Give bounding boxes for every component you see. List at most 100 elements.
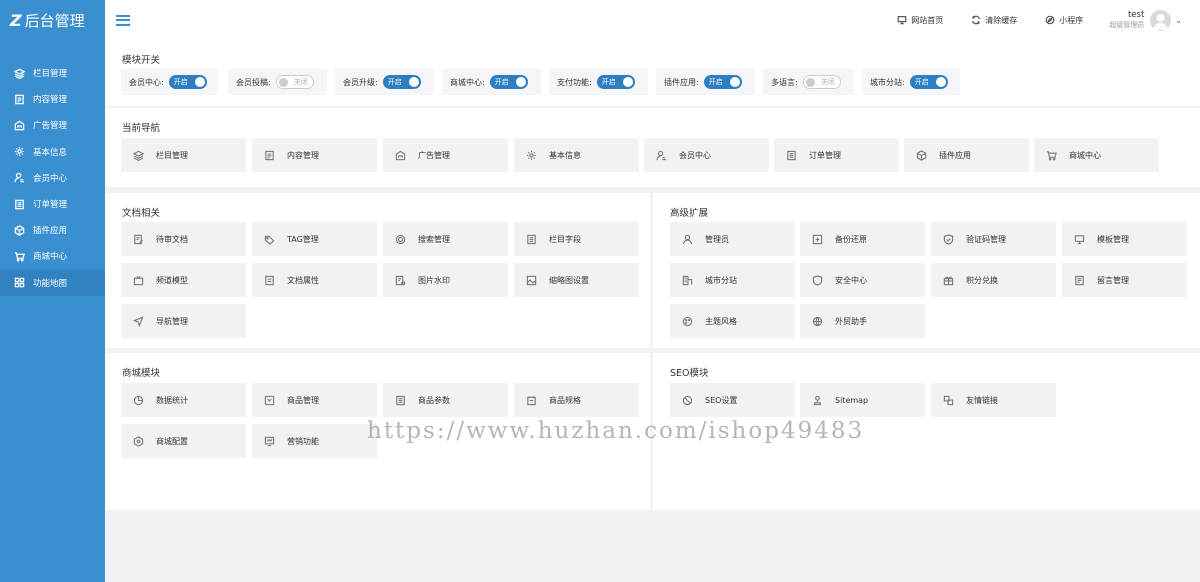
- top-bar: 网站首页 清除缓存 小程序 test 超级管理员 ⌄: [105, 0, 1200, 40]
- sidebar-item-9[interactable]: 功能地图: [0, 269, 105, 296]
- palette-icon: [682, 316, 693, 326]
- panel-title-advanced: 高级扩展: [670, 208, 709, 219]
- card-label: 商城配置: [156, 436, 188, 446]
- link-icon: [943, 395, 954, 405]
- shop-card[interactable]: 商城配置: [121, 424, 246, 458]
- panel-title-current-nav: 当前导航: [122, 123, 161, 134]
- docs-card[interactable]: 栏目字段: [514, 222, 639, 256]
- current-nav-card[interactable]: 商城中心: [1034, 138, 1159, 172]
- module-toggle[interactable]: 关闭: [802, 75, 841, 89]
- current-nav-card[interactable]: 会员中心: [644, 138, 769, 172]
- cube-icon: [916, 149, 927, 161]
- fields-icon: [527, 234, 536, 244]
- card-label: 内容管理: [287, 150, 319, 160]
- layers-icon: [133, 150, 144, 161]
- sidebar-item-7[interactable]: 插件应用: [0, 217, 105, 243]
- current-nav-card[interactable]: 广告管理: [383, 138, 508, 172]
- module-toggle[interactable]: 开启: [382, 75, 421, 89]
- card-label: 商品规格: [549, 395, 581, 405]
- shop-card[interactable]: 数据统计: [121, 383, 246, 417]
- seo-card[interactable]: SEO设置: [670, 383, 795, 417]
- docs-card[interactable]: 搜索管理: [383, 222, 508, 256]
- params-icon: [396, 395, 405, 405]
- docs-card[interactable]: 文档属性: [252, 263, 377, 297]
- ad-icon: [14, 120, 25, 131]
- advanced-card[interactable]: 留言管理: [1062, 263, 1187, 297]
- card-label: 基本信息: [549, 150, 581, 160]
- module-toggle[interactable]: 开启: [703, 75, 742, 89]
- seo-card[interactable]: Sitemap: [800, 383, 925, 417]
- user-name: test: [1127, 10, 1145, 20]
- docs-card[interactable]: 缩略图设置: [514, 263, 639, 297]
- module-toggle[interactable]: 开启: [489, 75, 528, 89]
- shop-card[interactable]: 商品规格: [514, 383, 639, 417]
- advanced-card[interactable]: 城市分站: [670, 263, 795, 297]
- card-label: 商城中心: [1069, 150, 1101, 160]
- logo[interactable]: Z 后台管理: [0, 0, 105, 40]
- module-toggle[interactable]: 开启: [168, 75, 207, 89]
- navigation-icon: [133, 315, 144, 327]
- docs-card[interactable]: 频道模型: [121, 263, 246, 297]
- module-switch-item: 城市分站: 开启: [862, 69, 960, 95]
- shop-card[interactable]: 营销功能: [252, 424, 377, 458]
- user-role: 超级管理员: [1109, 21, 1145, 29]
- advanced-card[interactable]: 主题风格: [670, 304, 795, 338]
- card-label: 栏目字段: [549, 234, 581, 244]
- user-menu[interactable]: test 超级管理员 ⌄: [1109, 9, 1182, 31]
- advanced-card[interactable]: 积分兑换: [931, 263, 1056, 297]
- sidebar-item-label: 插件应用: [33, 226, 68, 237]
- module-switch-item: 会员投稿: 关闭: [228, 69, 327, 95]
- top-link-1[interactable]: 网站首页: [897, 15, 943, 26]
- sidebar-item-1[interactable]: 栏目管理: [0, 60, 105, 86]
- list-icon: [15, 199, 24, 209]
- sidebar-item-2[interactable]: 内容管理: [0, 86, 105, 112]
- card-label: 频道模型: [156, 275, 188, 285]
- sidebar-item-8[interactable]: 商城中心: [0, 243, 105, 269]
- shop-card[interactable]: 商品管理: [252, 383, 377, 417]
- current-nav-card[interactable]: 内容管理: [252, 138, 377, 172]
- advanced-card[interactable]: 备份还原: [800, 222, 925, 256]
- docs-card[interactable]: 待审文档: [121, 222, 246, 256]
- current-nav-card[interactable]: 栏目管理: [121, 138, 246, 172]
- current-nav-card[interactable]: 插件应用: [904, 138, 1029, 172]
- edit-doc-icon: [134, 234, 144, 244]
- module-switch-item: 支付功能: 开启: [549, 69, 648, 95]
- sidebar-item-label: 广告管理: [33, 121, 68, 132]
- docs-card[interactable]: 导航管理: [121, 304, 246, 338]
- card-label: 城市分站: [705, 275, 737, 285]
- sidebar-item-3[interactable]: 广告管理: [0, 112, 105, 138]
- docs-card[interactable]: 图片水印: [383, 263, 508, 297]
- current-nav-card[interactable]: 订单管理: [774, 138, 899, 172]
- current-nav-card[interactable]: 基本信息: [514, 138, 639, 172]
- sidebar-item-label: 栏目管理: [33, 69, 68, 80]
- sidebar-item-5[interactable]: 会员中心: [0, 165, 105, 191]
- module-toggle[interactable]: 关闭: [275, 75, 314, 89]
- shield-icon: [943, 233, 954, 245]
- advanced-card[interactable]: 外贸助手: [800, 304, 925, 338]
- avatar[interactable]: [1150, 9, 1172, 31]
- advanced-card[interactable]: 验证码管理: [931, 222, 1056, 256]
- pie-chart-icon: [133, 395, 144, 405]
- module-toggle[interactable]: 开启: [909, 75, 948, 89]
- sidebar-item-4[interactable]: 基本信息: [0, 139, 105, 165]
- sidebar-item-label: 会员中心: [33, 173, 68, 184]
- sidebar-item-label: 订单管理: [33, 200, 68, 211]
- top-right-area: 网站首页 清除缓存 小程序 test 超级管理员 ⌄: [869, 0, 1182, 40]
- sidebar-item-6[interactable]: 订单管理: [0, 191, 105, 217]
- advanced-card[interactable]: 管理员: [670, 222, 795, 256]
- top-link-3[interactable]: 小程序: [1045, 15, 1083, 26]
- chevron-down-icon[interactable]: ⌄: [1175, 16, 1182, 25]
- spec-icon: [527, 395, 536, 405]
- top-link-2[interactable]: 清除缓存: [971, 15, 1017, 26]
- docs-card[interactable]: TAG管理: [252, 222, 377, 256]
- card-label: 会员中心: [679, 150, 711, 160]
- sidebar-item-label: 内容管理: [33, 95, 68, 106]
- seo-card[interactable]: 友情链接: [931, 383, 1056, 417]
- module-toggle[interactable]: 开启: [596, 75, 635, 89]
- menu-toggle-button[interactable]: [116, 12, 130, 28]
- module-switch-item: 商城中心: 开启: [442, 69, 541, 95]
- advanced-card[interactable]: 安全中心: [800, 263, 925, 297]
- shop-card[interactable]: 商品参数: [383, 383, 508, 417]
- card-label: 插件应用: [939, 150, 971, 160]
- advanced-card[interactable]: 模板管理: [1062, 222, 1187, 256]
